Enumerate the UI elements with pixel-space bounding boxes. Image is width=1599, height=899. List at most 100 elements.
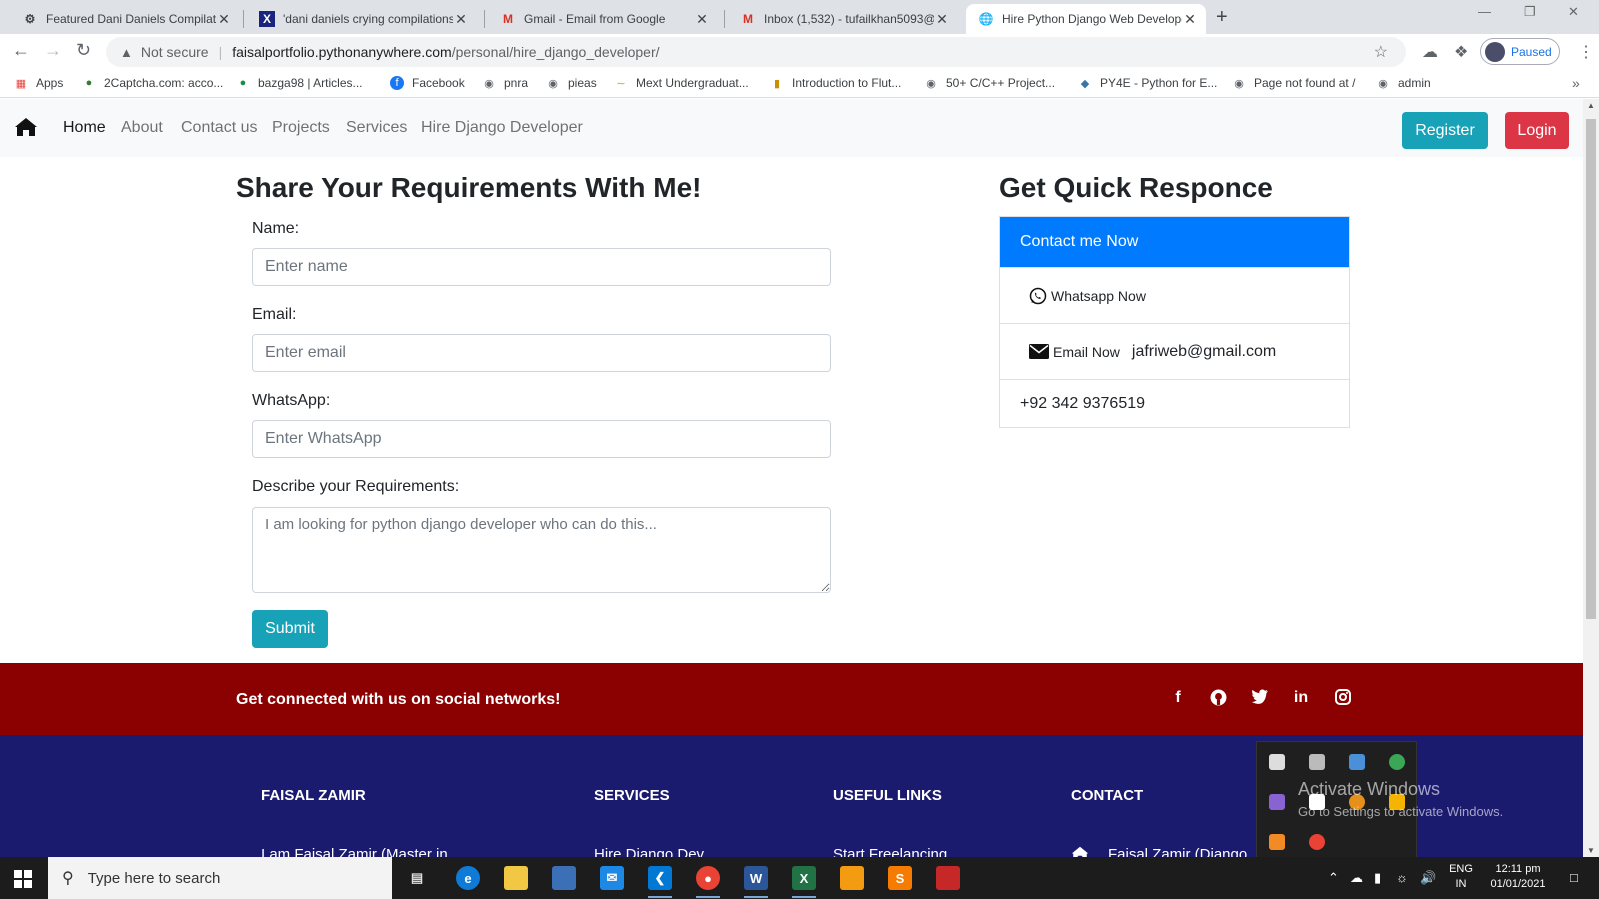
footer-heading-about: FAISAL ZAMIR bbox=[261, 787, 366, 804]
bookmark-item[interactable]: ● 2Captcha.com: acco... bbox=[82, 76, 224, 90]
bookmark-item[interactable]: ◉ pnra bbox=[482, 76, 528, 90]
close-icon[interactable]: ✕ bbox=[1182, 11, 1198, 28]
nav-projects[interactable]: Projects bbox=[272, 119, 330, 137]
login-button[interactable]: Login bbox=[1505, 112, 1569, 149]
tray-app-icon[interactable] bbox=[1349, 754, 1365, 770]
browser-tab[interactable]: M Gmail - Email from Google ✕ bbox=[488, 4, 718, 34]
bookmark-item[interactable]: ◉ Page not found at / bbox=[1232, 76, 1355, 90]
linkedin-icon[interactable]: in bbox=[1291, 689, 1311, 707]
whatsapp-now-item[interactable]: Whatsapp Now bbox=[1000, 267, 1349, 323]
file-explorer-icon[interactable] bbox=[504, 866, 528, 890]
bookmark-item[interactable]: ◉ pieas bbox=[546, 76, 597, 90]
bookmark-item[interactable]: f Facebook bbox=[390, 76, 465, 90]
browser-tab-active[interactable]: 🌐 Hire Python Django Web Developer ✕ bbox=[966, 4, 1206, 34]
instagram-icon[interactable] bbox=[1333, 689, 1353, 710]
browser-tab[interactable]: X 'dani daniels crying compilations ✕ bbox=[247, 4, 477, 34]
edge-icon[interactable]: e bbox=[456, 866, 480, 890]
requirements-label: Describe your Requirements: bbox=[252, 478, 460, 495]
excel-icon[interactable]: X bbox=[792, 866, 816, 898]
close-icon[interactable]: ✕ bbox=[694, 11, 710, 28]
chrome-icon[interactable]: ● bbox=[696, 866, 720, 898]
requirements-textarea[interactable] bbox=[252, 507, 831, 593]
vscode-icon[interactable]: ❮ bbox=[648, 866, 672, 898]
sublime-text-icon[interactable]: S bbox=[888, 866, 912, 890]
name-input[interactable] bbox=[252, 248, 831, 286]
home-icon[interactable] bbox=[14, 117, 38, 142]
onedrive-icon[interactable]: ☁ bbox=[1350, 870, 1363, 886]
show-hidden-icons-icon[interactable]: ⌃ bbox=[1328, 870, 1339, 886]
store-icon[interactable] bbox=[552, 866, 576, 890]
scrollbar-thumb[interactable] bbox=[1586, 119, 1596, 619]
nav-about[interactable]: About bbox=[121, 119, 163, 137]
notifications-icon[interactable]: □ bbox=[1570, 870, 1578, 885]
close-window-icon[interactable]: ✕ bbox=[1568, 4, 1579, 20]
close-icon[interactable]: ✕ bbox=[934, 11, 950, 28]
new-tab-button[interactable]: + bbox=[1216, 6, 1228, 29]
close-icon[interactable]: ✕ bbox=[216, 11, 232, 28]
tray-app-icon[interactable] bbox=[1269, 834, 1285, 850]
tray-app-icon[interactable] bbox=[1309, 834, 1325, 850]
extensions-puzzle-icon[interactable]: ❖ bbox=[1454, 42, 1468, 62]
extension-cloud-icon[interactable]: ☁ bbox=[1422, 42, 1438, 62]
app-icon[interactable] bbox=[840, 866, 864, 890]
nav-hire-django[interactable]: Hire Django Developer bbox=[421, 119, 583, 137]
email-now-item[interactable]: Email Now jafriweb@gmail.com bbox=[1000, 323, 1349, 379]
email-input[interactable] bbox=[252, 334, 831, 372]
browser-tab[interactable]: ⚙ Featured Dani Daniels Compilation ✕ bbox=[10, 4, 240, 34]
scroll-down-icon[interactable]: ▼ bbox=[1587, 846, 1595, 855]
facebook-icon: f bbox=[390, 76, 404, 90]
submit-button[interactable]: Submit bbox=[252, 610, 328, 648]
bookmark-item[interactable]: ◉ admin bbox=[1376, 76, 1431, 90]
address-bar[interactable]: ▲ Not secure | faisalportfolio.pythonany… bbox=[106, 37, 1406, 67]
facebook-icon[interactable]: f bbox=[1168, 689, 1188, 707]
language-indicator[interactable]: ENG IN bbox=[1446, 863, 1476, 890]
bookmark-item[interactable]: ◆ PY4E - Python for E... bbox=[1078, 76, 1218, 90]
globe-icon: 🌐 bbox=[978, 12, 994, 26]
clock[interactable]: 12:11 pm 01/01/2021 bbox=[1482, 863, 1554, 890]
github-icon[interactable] bbox=[1208, 689, 1228, 711]
bookmark-label: 50+ C/C++ Project... bbox=[946, 76, 1056, 90]
battery-icon[interactable]: ▮ bbox=[1374, 870, 1381, 886]
tray-app-icon[interactable] bbox=[1269, 794, 1285, 810]
tray-app-icon[interactable] bbox=[1269, 754, 1285, 770]
globe-icon: ◉ bbox=[1234, 77, 1244, 90]
bookmark-item[interactable]: ∼ Mext Undergraduat... bbox=[614, 76, 748, 90]
bookmark-apps[interactable]: ▦ Apps bbox=[14, 76, 64, 90]
bookmark-star-icon[interactable]: ☆ bbox=[1374, 42, 1388, 62]
language: ENG bbox=[1449, 863, 1473, 875]
more-menu-icon[interactable]: ⋮ bbox=[1578, 42, 1594, 62]
forward-icon[interactable]: → bbox=[44, 40, 62, 61]
nav-contact[interactable]: Contact us bbox=[181, 119, 257, 137]
bookmark-item[interactable]: ◉ 50+ C/C++ Project... bbox=[924, 76, 1055, 90]
page-scrollbar[interactable]: ▲ ▼ bbox=[1583, 99, 1599, 857]
browser-toolbar: ← → ↻ ▲ Not secure | faisalportfolio.pyt… bbox=[0, 34, 1599, 70]
profile-button[interactable]: Paused bbox=[1480, 38, 1560, 65]
scroll-up-icon[interactable]: ▲ bbox=[1587, 101, 1595, 110]
bookmark-item[interactable]: ▮ Introduction to Flut... bbox=[770, 76, 901, 90]
twitter-icon[interactable] bbox=[1250, 689, 1270, 709]
tray-app-icon[interactable] bbox=[1309, 754, 1325, 770]
nav-home[interactable]: Home bbox=[63, 119, 106, 137]
tray-app-icon[interactable] bbox=[1389, 754, 1405, 770]
windows-start-icon[interactable] bbox=[14, 870, 32, 888]
app-icon[interactable] bbox=[936, 866, 960, 890]
restore-icon[interactable]: ❐ bbox=[1524, 4, 1536, 20]
bookmark-item[interactable]: ● bazga98 | Articles... bbox=[236, 76, 363, 90]
minimize-icon[interactable]: — bbox=[1478, 4, 1491, 19]
taskbar-search[interactable]: ⚲ Type here to search bbox=[48, 857, 392, 899]
social-text: Get connected with us on social networks… bbox=[236, 691, 561, 708]
whatsapp-icon bbox=[1029, 287, 1047, 305]
more-bookmarks-icon[interactable]: » bbox=[1572, 75, 1580, 91]
back-icon[interactable]: ← bbox=[12, 40, 30, 61]
reload-icon[interactable]: ↻ bbox=[76, 40, 91, 61]
mail-icon[interactable]: ✉ bbox=[600, 866, 624, 890]
whatsapp-input[interactable] bbox=[252, 420, 831, 458]
register-button[interactable]: Register bbox=[1402, 112, 1488, 149]
task-view-icon[interactable]: ▤ bbox=[405, 866, 429, 890]
close-icon[interactable]: ✕ bbox=[453, 11, 469, 28]
word-icon[interactable]: W bbox=[744, 866, 768, 898]
browser-tab[interactable]: M Inbox (1,532) - tufailkhan5093@gmail.c… bbox=[728, 4, 958, 34]
network-icon[interactable]: ☼ bbox=[1396, 870, 1408, 885]
volume-icon[interactable]: 🔊 bbox=[1420, 870, 1436, 886]
nav-services[interactable]: Services bbox=[346, 119, 407, 137]
